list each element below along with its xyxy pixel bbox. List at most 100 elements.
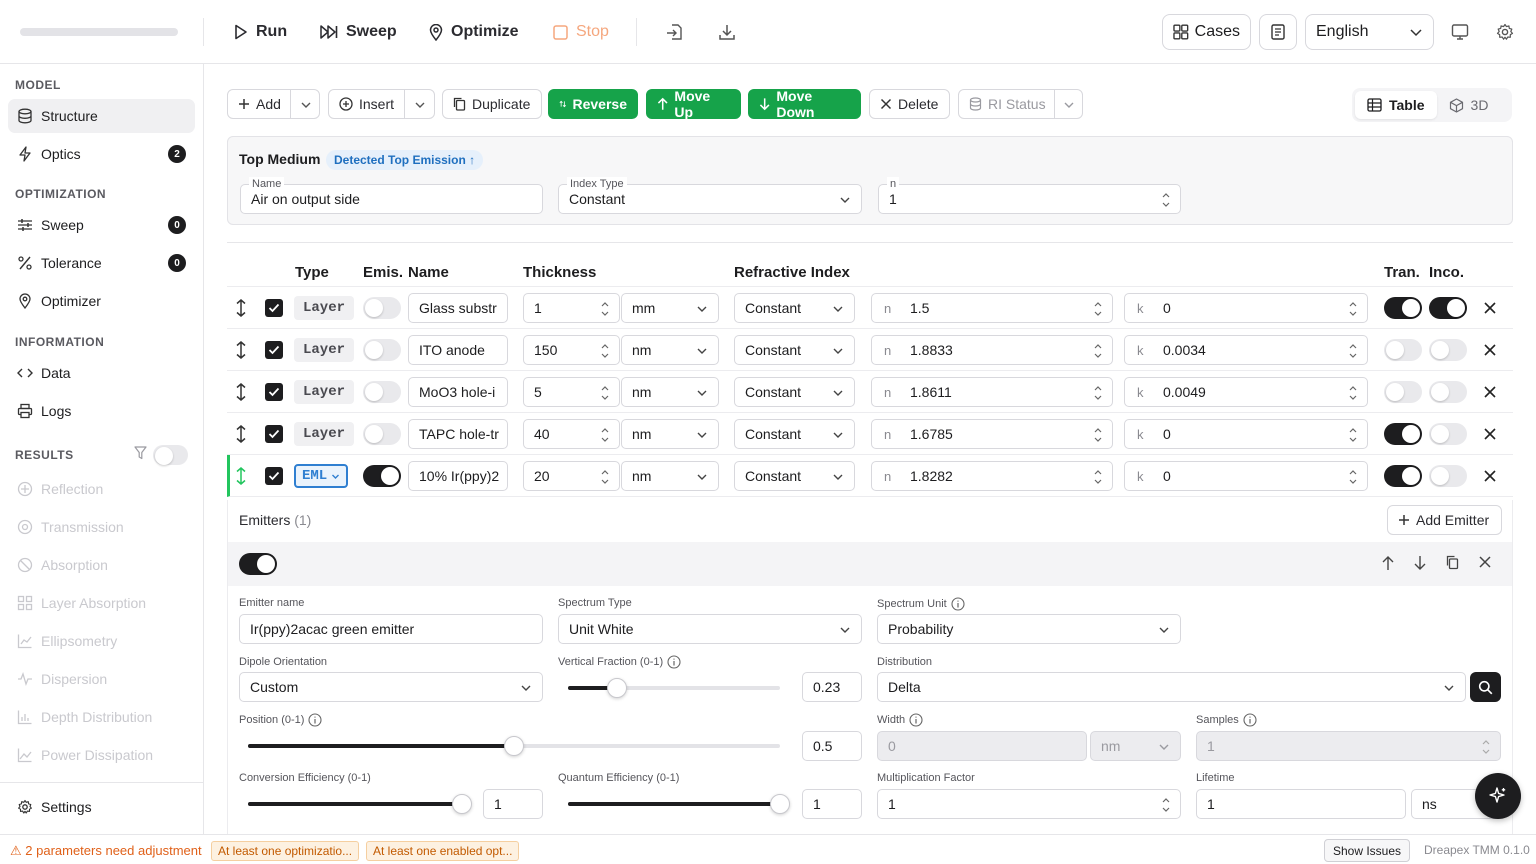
thickness-unit-select[interactable]: nm xyxy=(621,419,719,449)
row-checkbox[interactable] xyxy=(265,467,283,485)
language-select[interactable]: English xyxy=(1305,14,1434,50)
thickness-unit-select[interactable]: nm xyxy=(621,335,719,365)
stepper-icon[interactable] xyxy=(1093,299,1103,319)
download-icon[interactable] xyxy=(717,22,737,42)
multiplication-factor-input[interactable]: 1 xyxy=(877,789,1181,819)
stepper-icon[interactable] xyxy=(1161,190,1171,210)
sidebar-item-power-dissipation[interactable]: Power Dissipation xyxy=(8,738,195,772)
copy-icon[interactable] xyxy=(1446,555,1459,570)
sidebar-item-settings[interactable]: Settings xyxy=(8,790,195,824)
import-icon[interactable] xyxy=(665,22,685,42)
stepper-icon[interactable] xyxy=(1161,795,1171,815)
top-medium-n-field[interactable]: n 1 xyxy=(878,177,1181,214)
transparent-toggle[interactable] xyxy=(1384,423,1422,445)
close-icon[interactable] xyxy=(1484,302,1496,314)
thickness-input[interactable]: 40 xyxy=(523,419,620,449)
incoherent-toggle[interactable] xyxy=(1429,465,1467,487)
quantum-efficiency-slider[interactable] xyxy=(568,794,790,814)
table-row[interactable]: Layer Glass substr 1 mm Constant n 1.5 k0 xyxy=(227,287,1513,329)
sidebar-item-structure[interactable]: Structure xyxy=(8,99,195,133)
emission-toggle[interactable] xyxy=(363,381,401,403)
insert-button[interactable]: Insert xyxy=(328,89,435,119)
ri-type-select[interactable]: Constant xyxy=(734,293,855,323)
spectrum-type-select[interactable]: Unit White xyxy=(558,614,862,644)
thickness-input[interactable]: 5 xyxy=(523,377,620,407)
sidebar-item-optics[interactable]: Optics 2 xyxy=(8,137,195,171)
emitter-name-field[interactable]: Ir(ppy)2acac green emitter xyxy=(239,614,543,644)
drag-handle-icon[interactable] xyxy=(234,383,248,401)
emission-toggle[interactable] xyxy=(363,339,401,361)
monitor-icon[interactable] xyxy=(1450,22,1470,42)
info-icon[interactable] xyxy=(951,597,965,611)
lifetime-input[interactable]: 1 xyxy=(1196,789,1406,819)
n-input[interactable]: n 1.6785 xyxy=(871,419,1113,449)
incoherent-toggle[interactable] xyxy=(1429,339,1467,361)
width-unit-select[interactable]: nm xyxy=(1090,731,1181,761)
ri-type-select[interactable]: Constant xyxy=(734,377,855,407)
stepper-icon[interactable] xyxy=(1348,425,1358,445)
table-row[interactable]: Layer TAPC hole-tr 40 nm Constant n 1.678… xyxy=(227,413,1513,455)
ri-type-select[interactable]: Constant xyxy=(734,461,855,491)
transparent-toggle[interactable] xyxy=(1384,381,1422,403)
distribution-select[interactable]: Delta xyxy=(877,672,1466,702)
k-input[interactable]: k 0.0034 xyxy=(1124,335,1368,365)
thickness-input[interactable]: 150 xyxy=(523,335,620,365)
k-input[interactable]: k0 xyxy=(1124,461,1368,491)
thickness-unit-select[interactable]: nm xyxy=(621,461,719,491)
info-icon[interactable] xyxy=(909,713,923,727)
sidebar-item-depth-distribution[interactable]: Depth Distribution xyxy=(8,700,195,734)
sidebar-item-optimizer[interactable]: Optimizer xyxy=(8,284,195,318)
slider-handle[interactable] xyxy=(504,736,524,756)
move-down-button[interactable]: Move Down xyxy=(748,88,861,120)
3d-view-tab[interactable]: 3D xyxy=(1437,91,1501,119)
move-up-button[interactable]: Move Up xyxy=(646,88,741,120)
k-input[interactable]: k 0.0049 xyxy=(1124,377,1368,407)
emission-toggle[interactable] xyxy=(363,297,401,319)
layer-name-input[interactable]: MoO3 hole-i xyxy=(408,377,508,407)
stepper-icon[interactable] xyxy=(1348,299,1358,319)
table-row[interactable]: Layer ITO anode 150 nm Constant n 1.8833 … xyxy=(227,329,1513,371)
thickness-unit-select[interactable]: nm xyxy=(621,377,719,407)
warning-chip[interactable]: At least one enabled opt... xyxy=(366,841,520,861)
run-button[interactable]: Run xyxy=(234,18,287,46)
emission-toggle[interactable] xyxy=(363,423,401,445)
vertical-fraction-slider[interactable] xyxy=(568,678,780,698)
drag-handle-icon[interactable] xyxy=(234,341,248,359)
layer-name-input[interactable]: Glass substr xyxy=(408,293,508,323)
chevron-down-icon[interactable] xyxy=(1063,99,1075,111)
row-checkbox[interactable] xyxy=(265,383,283,401)
reverse-button[interactable]: Reverse xyxy=(548,89,638,119)
stepper-icon[interactable] xyxy=(600,425,610,445)
optimize-button[interactable]: Optimize xyxy=(429,18,519,46)
delete-button[interactable]: Delete xyxy=(869,89,950,119)
warning-text[interactable]: ⚠ 2 parameters need adjustment xyxy=(10,843,202,859)
conversion-efficiency-slider[interactable] xyxy=(248,794,472,814)
conversion-efficiency-input[interactable]: 1 xyxy=(483,789,543,819)
transparent-toggle[interactable] xyxy=(1384,465,1422,487)
stop-button[interactable]: Stop xyxy=(553,18,609,46)
sidebar-item-tolerance[interactable]: Tolerance 0 xyxy=(8,246,195,280)
stepper-icon[interactable] xyxy=(600,341,610,361)
close-icon[interactable] xyxy=(1484,344,1496,356)
duplicate-button[interactable]: Duplicate xyxy=(442,89,542,119)
samples-input[interactable]: 1 xyxy=(1196,731,1501,761)
n-input[interactable]: n 1.8611 xyxy=(871,377,1113,407)
results-toggle[interactable] xyxy=(153,445,188,465)
ri-status-button[interactable]: RI Status xyxy=(958,89,1083,119)
stepper-icon[interactable] xyxy=(1093,425,1103,445)
thickness-input[interactable]: 20 xyxy=(523,461,620,491)
stepper-icon[interactable] xyxy=(1348,467,1358,487)
top-medium-name-field[interactable]: Name Air on output side xyxy=(240,177,543,214)
drag-handle-icon[interactable] xyxy=(234,299,248,317)
table-view-tab[interactable]: Table xyxy=(1355,91,1437,119)
sidebar-item-reflection[interactable]: Reflection xyxy=(8,472,195,506)
spectrum-unit-select[interactable]: Probability xyxy=(877,614,1181,644)
chevron-down-icon[interactable] xyxy=(414,99,426,111)
row-checkbox[interactable] xyxy=(265,425,283,443)
slider-handle[interactable] xyxy=(452,794,472,814)
drag-handle-icon[interactable] xyxy=(234,467,248,485)
chevron-down-icon[interactable] xyxy=(300,99,312,111)
stepper-icon[interactable] xyxy=(1093,383,1103,403)
index-type-select[interactable]: Index Type Constant xyxy=(558,177,862,214)
layer-name-input[interactable]: 10% Ir(ppy)2 xyxy=(408,461,508,491)
